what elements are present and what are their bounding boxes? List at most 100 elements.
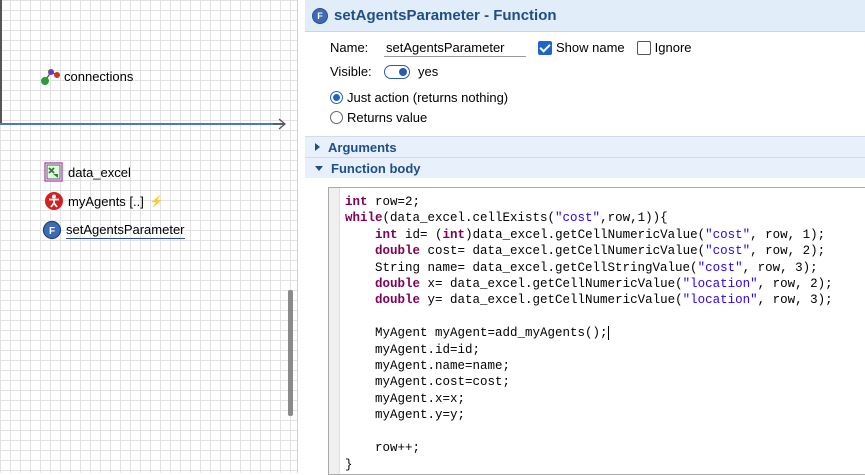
code-keyword: int <box>442 227 466 242</box>
canvas-scrollbar[interactable] <box>288 290 293 416</box>
excel-file-icon <box>44 162 63 182</box>
code-token: id= ( <box>397 227 443 242</box>
code-line: MyAgent myAgent=add_myAgents(); <box>345 325 609 341</box>
code-keyword: while <box>345 211 383 226</box>
code-line: double cost= data_excel.getCellNumericVa… <box>345 244 825 258</box>
code-line: myAgent.name=name; <box>345 359 510 373</box>
code-token: String name= data_excel.getCellStringVal… <box>345 260 698 275</box>
code-token: , row, 2); <box>757 277 833 292</box>
code-token: row=2; <box>367 195 421 209</box>
canvas-item-label: myAgents [..] <box>68 193 144 209</box>
code-token: y= data_excel.getCellNumericValue( <box>420 293 683 308</box>
code-token: myAgent.y=y; <box>345 408 466 423</box>
code-line: double y= data_excel.getCellNumericValue… <box>345 293 833 307</box>
code-line: myAgent.y=y; <box>345 408 465 422</box>
code-line: myAgent.id=id; <box>345 343 480 357</box>
name-label: Name: <box>330 40 369 55</box>
return-option-returns-value[interactable]: Returns value <box>330 110 427 125</box>
code-token: } <box>345 457 353 472</box>
code-keyword: double <box>375 244 421 259</box>
code-string: "location" <box>682 277 758 292</box>
canvas-horizontal-axis <box>0 123 283 125</box>
lightning-icon: ⚡ <box>149 195 164 208</box>
code-line: int row=2; <box>345 195 420 209</box>
visible-value: yes <box>418 64 439 79</box>
expand-arrow-icon <box>315 143 320 151</box>
return-option-just-action[interactable]: Just action (returns nothing) <box>330 90 508 105</box>
code-text[interactable]: int row=2; while(data_excel.cellExists("… <box>345 194 833 473</box>
code-token: x= data_excel.getCellNumericValue( <box>420 277 683 292</box>
code-token: myAgent.cost=cost; <box>345 375 511 390</box>
code-token: MyAgent myAgent=add_myAgents(); <box>345 326 608 341</box>
graphical-editor-canvas[interactable]: connections data_excel myAgents [..] ⚡ F… <box>0 0 298 473</box>
code-token: myAgent.x=x; <box>345 391 466 406</box>
name-row: Name: Show name Ignore <box>330 38 692 57</box>
code-line: myAgent.cost=cost; <box>345 375 510 389</box>
section-arguments-label: Arguments <box>328 139 397 155</box>
connections-icon <box>41 69 60 85</box>
code-string: "cost" <box>705 227 751 242</box>
section-function-body[interactable]: Function body <box>305 157 865 178</box>
code-string: "cost" <box>705 244 751 259</box>
visible-row: Visible: yes <box>330 64 438 79</box>
canvas-item-label: data_excel <box>68 164 131 180</box>
show-name-label: Show name <box>556 40 625 55</box>
collapse-arrow-icon <box>315 165 323 171</box>
code-token: )data_excel.getCellNumericValue( <box>465 227 706 242</box>
properties-panel: F setAgentsParameter - Function Name: Sh… <box>305 0 865 475</box>
canvas-item-set-agents-parameter[interactable]: F setAgentsParameter <box>42 220 185 240</box>
canvas-item-my-agents[interactable]: myAgents [..] ⚡ <box>44 191 164 211</box>
section-function-body-label: Function body <box>331 160 421 176</box>
function-icon: F <box>313 8 327 23</box>
code-string: "cost" <box>555 211 601 226</box>
just-action-label: Just action (returns nothing) <box>347 90 509 105</box>
visible-label: Visible: <box>330 64 372 79</box>
code-token: myAgent.name=name; <box>345 359 511 374</box>
code-token: , row, 3); <box>757 293 833 308</box>
code-token: , row, 3); <box>742 260 818 275</box>
section-arguments[interactable]: Arguments <box>305 136 865 157</box>
code-keyword: int <box>375 227 398 242</box>
code-line: double x= data_excel.getCellNumericValue… <box>345 277 833 291</box>
code-token: (data_excel.cellExists( <box>382 211 556 226</box>
ignore-checkbox[interactable] <box>636 40 651 55</box>
returns-value-radio[interactable] <box>330 111 343 124</box>
just-action-radio[interactable] <box>330 91 343 104</box>
code-line: myAgent.x=x; <box>345 392 465 406</box>
properties-title-bar: F setAgentsParameter - Function <box>305 0 865 32</box>
canvas-item-connections[interactable]: connections <box>40 66 133 86</box>
canvas-item-label: connections <box>64 68 134 84</box>
code-line: } <box>345 458 353 472</box>
code-token: , row, 2); <box>750 244 826 259</box>
code-line: while(data_excel.cellExists("cost",row,1… <box>345 211 668 225</box>
ignore-label: Ignore <box>654 40 692 55</box>
code-token: , row, 1); <box>750 227 826 242</box>
code-token: myAgent.id=id; <box>345 342 481 357</box>
code-keyword: double <box>375 293 421 308</box>
returns-value-label: Returns value <box>347 110 428 125</box>
canvas-item-data-excel[interactable]: data_excel <box>44 162 131 182</box>
code-token: ,row,1)){ <box>600 211 668 226</box>
code-token: cost= data_excel.getCellNumericValue( <box>420 244 706 259</box>
code-line: int id= (int)data_excel.getCellNumericVa… <box>345 228 825 242</box>
svg-text:F: F <box>49 226 55 237</box>
name-field[interactable] <box>384 38 526 57</box>
code-keyword: double <box>375 277 421 292</box>
code-line: row++; <box>345 441 420 455</box>
function-body-editor[interactable]: int row=2; while(data_excel.cellExists("… <box>328 187 865 475</box>
canvas-item-label: setAgentsParameter <box>66 221 185 239</box>
code-token: row++; <box>345 441 421 456</box>
code-keyword: int <box>345 195 368 209</box>
properties-title: setAgentsParameter - Function <box>334 7 557 24</box>
axis-arrow-icon <box>273 118 286 130</box>
code-string: "cost" <box>697 260 743 275</box>
agent-population-icon <box>45 192 63 210</box>
show-name-checkbox[interactable] <box>538 40 552 55</box>
code-gutter <box>329 188 340 474</box>
visible-toggle[interactable] <box>384 64 410 79</box>
code-line: String name= data_excel.getCellStringVal… <box>345 261 818 275</box>
